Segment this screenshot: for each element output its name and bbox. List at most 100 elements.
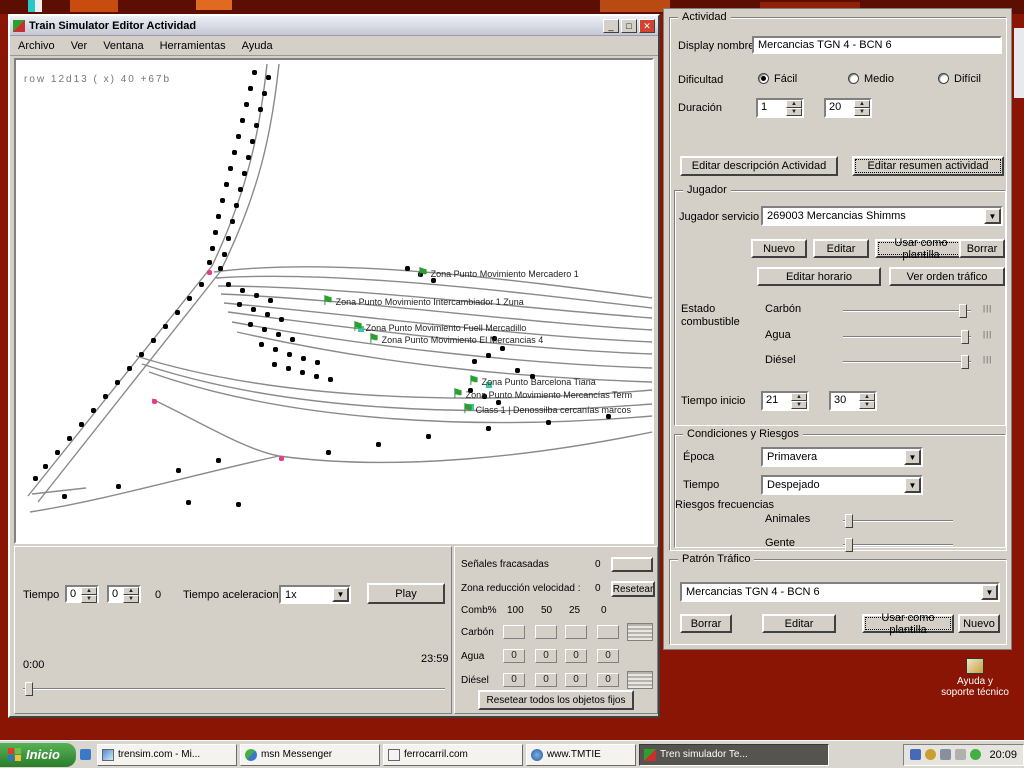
animales-slider-thumb[interactable] [845, 514, 853, 528]
track-node[interactable] [250, 139, 255, 144]
radio-medio[interactable]: Medio [848, 73, 894, 85]
track-node[interactable] [268, 298, 273, 303]
track-node[interactable] [546, 420, 551, 425]
radio-dificil[interactable]: Difícil [938, 73, 981, 85]
track-node[interactable] [175, 310, 180, 315]
diesel-slider-thumb[interactable] [961, 355, 969, 369]
epoca-dropdown[interactable]: Primavera ▼ [761, 447, 923, 467]
tiempo-clima-dropdown[interactable]: Despejado ▼ [761, 475, 923, 495]
track-node[interactable] [127, 366, 132, 371]
carbon-slider-thumb[interactable] [959, 304, 967, 318]
track-node-selected[interactable] [152, 399, 157, 404]
track-node[interactable] [67, 436, 72, 441]
track-node[interactable] [472, 359, 477, 364]
track-node[interactable] [236, 502, 241, 507]
track-node[interactable] [228, 166, 233, 171]
carbon-scrollbar[interactable] [627, 623, 653, 641]
track-node[interactable] [187, 296, 192, 301]
track-node[interactable] [240, 118, 245, 123]
track-node[interactable] [62, 494, 67, 499]
track-node[interactable] [43, 464, 48, 469]
patron-borrar-button[interactable]: Borrar [680, 614, 732, 633]
chevron-down-icon[interactable]: ▼ [981, 584, 998, 600]
display-settings-icon[interactable] [910, 749, 921, 760]
diesel-slider[interactable] [843, 361, 971, 363]
spinner-arrows[interactable]: ▲▼ [123, 587, 139, 601]
close-button[interactable]: ✕ [639, 19, 655, 33]
taskbar-task-simulator-active[interactable]: Tren simulador Te... [639, 744, 829, 766]
tiempo-m-spinner[interactable]: 0 ▲▼ [107, 585, 141, 603]
minimize-button[interactable]: _ [603, 19, 619, 33]
patron-editar-button[interactable]: Editar [762, 614, 836, 633]
track-node[interactable] [314, 374, 319, 379]
track-node[interactable] [287, 352, 292, 357]
desktop-help-shortcut[interactable]: Ayuda y soporte técnico [930, 658, 1020, 698]
spinner-arrows[interactable]: ▲▼ [81, 587, 97, 601]
track-node[interactable] [279, 317, 284, 322]
track-node[interactable] [207, 260, 212, 265]
reset-all-objects-button[interactable]: Resetear todos los objetos fijos [478, 690, 634, 710]
gente-slider-thumb[interactable] [845, 538, 853, 552]
track-node[interactable] [266, 75, 271, 80]
radio-facil[interactable]: Fácil [758, 73, 797, 85]
track-node[interactable] [199, 282, 204, 287]
tiempo-inicio-hours-spinner[interactable]: 21 ▲▼ [761, 391, 809, 411]
display-nombre-input[interactable]: Mercancias TGN 4 - BCN 6 [752, 36, 1002, 54]
aceleracion-dropdown[interactable]: 1x ▼ [279, 585, 351, 604]
track-node[interactable] [486, 353, 491, 358]
menu-herramientas[interactable]: Herramientas [152, 38, 234, 54]
track-node[interactable] [79, 422, 84, 427]
resetear-button[interactable]: Resetear [611, 581, 655, 597]
animales-slider[interactable] [843, 520, 953, 522]
track-node[interactable] [300, 370, 305, 375]
tiempo-inicio-minutes-spinner[interactable]: 30 ▲▼ [829, 391, 877, 411]
track-node[interactable] [272, 362, 277, 367]
quick-launch-icon[interactable] [80, 749, 91, 760]
track-node[interactable] [242, 171, 247, 176]
route-map-viewport[interactable]: row 12d13 ( x) 40 +67b ⚑Zona Punto Movim… [14, 58, 654, 544]
track-node-selected[interactable] [279, 456, 284, 461]
track-node[interactable] [103, 394, 108, 399]
track-node[interactable] [405, 266, 410, 271]
track-node[interactable] [262, 327, 267, 332]
editar-descripcion-button[interactable]: Editar descripción Actividad [680, 156, 838, 176]
track-node[interactable] [55, 450, 60, 455]
track-node[interactable] [33, 476, 38, 481]
timeline-slider-thumb[interactable] [25, 682, 33, 696]
menu-ayuda[interactable]: Ayuda [234, 38, 281, 54]
track-node[interactable] [240, 288, 245, 293]
track-node[interactable] [234, 203, 239, 208]
spinner-arrows[interactable]: ▲▼ [786, 100, 802, 116]
network-icon[interactable] [940, 749, 951, 760]
jugador-nuevo-button[interactable]: Nuevo [751, 239, 807, 258]
track-node[interactable] [290, 337, 295, 342]
track-node[interactable] [328, 377, 333, 382]
patron-nuevo-button[interactable]: Nuevo [958, 614, 1000, 633]
track-node[interactable] [216, 214, 221, 219]
track-node[interactable] [254, 293, 259, 298]
track-node[interactable] [265, 312, 270, 317]
waypoint-flag[interactable]: ⚑Zona Punto Movimiento El Mercancias 4 [368, 331, 543, 347]
track-node[interactable] [222, 252, 227, 257]
track-node[interactable] [486, 426, 491, 431]
track-node[interactable] [273, 347, 278, 352]
menu-ventana[interactable]: Ventana [95, 38, 151, 54]
editar-resumen-button[interactable]: Editar resumen actividad [852, 156, 1004, 176]
track-node[interactable] [426, 434, 431, 439]
start-button[interactable]: Inicio [0, 743, 76, 767]
jugador-servicio-dropdown[interactable]: 269003 Mercancias Shimms ▼ [761, 206, 1003, 226]
diesel-scrollbar[interactable] [627, 671, 653, 689]
timeline-slider[interactable] [23, 687, 445, 691]
senales-reset-button[interactable] [611, 557, 653, 572]
track-node[interactable] [248, 322, 253, 327]
track-node[interactable] [315, 360, 320, 365]
chevron-down-icon[interactable]: ▼ [904, 449, 921, 465]
waypoint-flag[interactable]: ⚑Zona Punto Movimiento Mercancías Term [452, 386, 632, 402]
track-node[interactable] [236, 134, 241, 139]
track-node[interactable] [226, 236, 231, 241]
track-node[interactable] [224, 182, 229, 187]
waypoint-flag[interactable]: ⚑Zona Punto Movimiento Mercadero 1 [417, 265, 579, 281]
chevron-down-icon[interactable]: ▼ [904, 477, 921, 493]
taskbar-task-trensim[interactable]: trensim.com - Mi... [97, 744, 237, 766]
chevron-down-icon[interactable]: ▼ [984, 208, 1001, 224]
